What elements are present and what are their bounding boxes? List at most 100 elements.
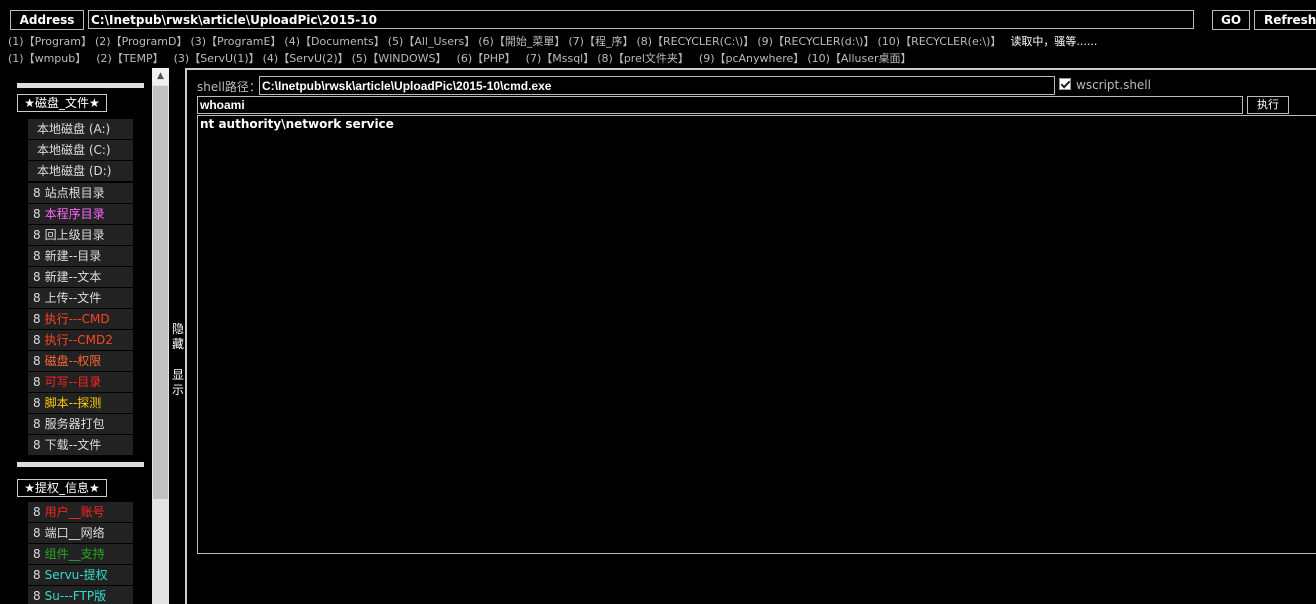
refresh-button[interactable]: Refresh xyxy=(1254,10,1316,30)
tools-item[interactable]: 8 下载--文件 xyxy=(28,435,133,455)
quick-link-pcanywhere[interactable]: (9)【pcAnywhere】 xyxy=(699,52,804,65)
show-sidebar-toggle[interactable]: 显示 xyxy=(171,368,185,398)
quick-link-mssql[interactable]: (7)【Mssql】 xyxy=(526,52,595,65)
item-label: 新建--目录 xyxy=(44,249,102,263)
wscript-checkbox[interactable] xyxy=(1059,78,1071,90)
toggle-column: 隐藏 显示 xyxy=(169,68,187,604)
tools-item[interactable]: 8 可写--目录 xyxy=(28,372,133,392)
item-label: Su---FTP版 xyxy=(44,589,107,603)
item-number: 8 xyxy=(33,417,41,431)
item-label: 回上级目录 xyxy=(44,228,105,242)
item-label: 本程序目录 xyxy=(44,207,105,221)
address-label: Address xyxy=(10,10,84,30)
tools-item[interactable]: 8 新建--目录 xyxy=(28,246,133,266)
quick-link-wmpub[interactable]: (1)【wmpub】 xyxy=(8,52,86,65)
quick-link-recycler-c[interactable]: (8)【RECYCLER(C:\)】 xyxy=(636,35,754,48)
scroll-up-arrow-icon[interactable]: ▲ xyxy=(152,68,169,85)
quick-links-row-1: (1)【Program】 (2)【ProgramD】 (3)【ProgramE】 (4… xyxy=(8,34,1097,49)
shell-path-input[interactable] xyxy=(259,76,1055,95)
tools-item[interactable]: 8 服务器打包 xyxy=(28,414,133,434)
item-number: 8 xyxy=(33,270,41,284)
quick-link-servu-2[interactable]: (4)【ServU(2)】 xyxy=(263,52,349,65)
tools-item[interactable]: 8 上传--文件 xyxy=(28,288,133,308)
wscript-label: wscript.shell xyxy=(1076,78,1151,92)
tools-item[interactable]: 8 站点根目录 xyxy=(28,183,133,203)
info_items-item[interactable]: 8 组件__支持 xyxy=(28,544,133,564)
item-number: 8 xyxy=(33,568,41,582)
item-label: Servu-提权 xyxy=(44,568,108,582)
item-number: 8 xyxy=(33,589,41,603)
sidebar-scrollbar[interactable]: ▲ xyxy=(152,68,169,604)
item-number: 8 xyxy=(33,505,41,519)
item-label: 磁盘--权限 xyxy=(44,354,102,368)
address-input[interactable] xyxy=(88,10,1194,29)
item-number: 8 xyxy=(33,438,41,452)
item-label: 新建--文本 xyxy=(44,270,102,284)
sidebar: ★磁盘_文件★ 本地磁盘 (A:) 本地磁盘 (C:) 本地磁盘 (D:) 8站… xyxy=(0,68,152,604)
quick-link-alluser-desktop[interactable]: (10)【Alluser桌面】 xyxy=(807,52,911,65)
item-label: 执行---CMD xyxy=(44,312,110,326)
item-label: 可写--目录 xyxy=(44,375,102,389)
section-title-privilege-info: ★提权_信息★ xyxy=(17,479,107,497)
quick-links-row-2: (1)【wmpub】 (2)【TEMP】 (3)【ServU(1)】 (4)【Serv… xyxy=(8,51,915,66)
quick-link-perl-folder[interactable]: (8)【prel文件夹】 xyxy=(597,52,689,65)
item-label: 下载--文件 xyxy=(44,438,102,452)
tools-item[interactable]: 8 新建--文本 xyxy=(28,267,133,287)
scroll-thumb[interactable] xyxy=(153,86,168,499)
info_items-item[interactable]: 8 端口__网络 xyxy=(28,523,133,543)
item-number: 8 xyxy=(33,312,41,326)
item-number: 8 xyxy=(33,396,41,410)
item-number: 8 xyxy=(33,186,41,200)
item-label: 端口__网络 xyxy=(44,526,105,540)
quick-link-programe[interactable]: (3)【ProgramE】 xyxy=(190,35,281,48)
info_items-item[interactable]: 8 用户__账号 xyxy=(28,502,133,522)
loading-text: 读取中，骚等...... xyxy=(1010,35,1098,48)
quick-link-program[interactable]: (1)【Program】 xyxy=(8,35,92,48)
item-label: 用户__账号 xyxy=(44,505,105,519)
tools-item[interactable]: 8 磁盘--权限 xyxy=(28,351,133,371)
item-label: 站点根目录 xyxy=(44,186,105,200)
tools-item[interactable]: 8 本程序目录 xyxy=(28,204,133,224)
drive-a[interactable]: 本地磁盘 (A:) xyxy=(28,119,133,139)
item-label: 脚本--探测 xyxy=(44,396,102,410)
item-number: 8 xyxy=(33,249,41,263)
tools-item[interactable]: 8 执行---CMD xyxy=(28,309,133,329)
drive-c[interactable]: 本地磁盘 (C:) xyxy=(28,140,133,160)
section-title-disk-files: ★磁盘_文件★ xyxy=(17,94,107,112)
quick-link-start-menu[interactable]: (6)【開始_菜單】 xyxy=(478,35,565,48)
execute-button[interactable]: 执行 xyxy=(1247,96,1289,114)
info_items-item[interactable]: 8 Servu-提权 xyxy=(28,565,133,585)
item-number: 8 xyxy=(33,291,41,305)
tools-item[interactable]: 8 脚本--探测 xyxy=(28,393,133,413)
quick-link-programs[interactable]: (7)【程_序】 xyxy=(568,35,633,48)
quick-link-windows[interactable]: (5)【WINDOWS】 xyxy=(352,52,447,65)
quick-link-documents[interactable]: (4)【Documents】 xyxy=(284,35,384,48)
info_items-item[interactable]: 8 Su---FTP版 xyxy=(28,586,133,604)
go-button[interactable]: GO xyxy=(1212,10,1250,30)
quick-link-recycler-d[interactable]: (9)【RECYCLER(d:\)】 xyxy=(757,35,874,48)
quick-link-php[interactable]: (6)【PHP】 xyxy=(457,52,516,65)
drive-d[interactable]: 本地磁盘 (D:) xyxy=(28,161,133,181)
quick-link-recycler-e[interactable]: (10)【RECYCLER(e:\)】 xyxy=(877,35,1001,48)
quick-link-servu-1[interactable]: (3)【ServU(1)】 xyxy=(174,52,260,65)
item-label: 执行--CMD2 xyxy=(44,333,113,347)
quick-link-programd[interactable]: (2)【ProgramD】 xyxy=(95,35,187,48)
item-number: 8 xyxy=(33,354,41,368)
sidebar-divider xyxy=(17,462,144,467)
quick-link-temp[interactable]: (2)【TEMP】 xyxy=(96,52,163,65)
hide-sidebar-toggle[interactable]: 隐藏 xyxy=(171,322,185,352)
shell-path-label: shell路径： xyxy=(197,80,261,94)
tools-item[interactable]: 8 执行--CMD2 xyxy=(28,330,133,350)
sidebar-divider xyxy=(17,83,144,88)
command-input[interactable] xyxy=(197,96,1243,114)
item-number: 8 xyxy=(33,526,41,540)
quick-link-all-users[interactable]: (5)【All_Users】 xyxy=(388,35,476,48)
item-label: 上传--文件 xyxy=(44,291,102,305)
tools-item[interactable]: 8 回上级目录 xyxy=(28,225,133,245)
item-number: 8 xyxy=(33,375,41,389)
item-label: 组件__支持 xyxy=(44,547,105,561)
command-output[interactable]: nt authority\network service xyxy=(197,115,1316,554)
item-number: 8 xyxy=(33,547,41,561)
item-number: 8 xyxy=(33,333,41,347)
item-number: 8 xyxy=(33,228,41,242)
